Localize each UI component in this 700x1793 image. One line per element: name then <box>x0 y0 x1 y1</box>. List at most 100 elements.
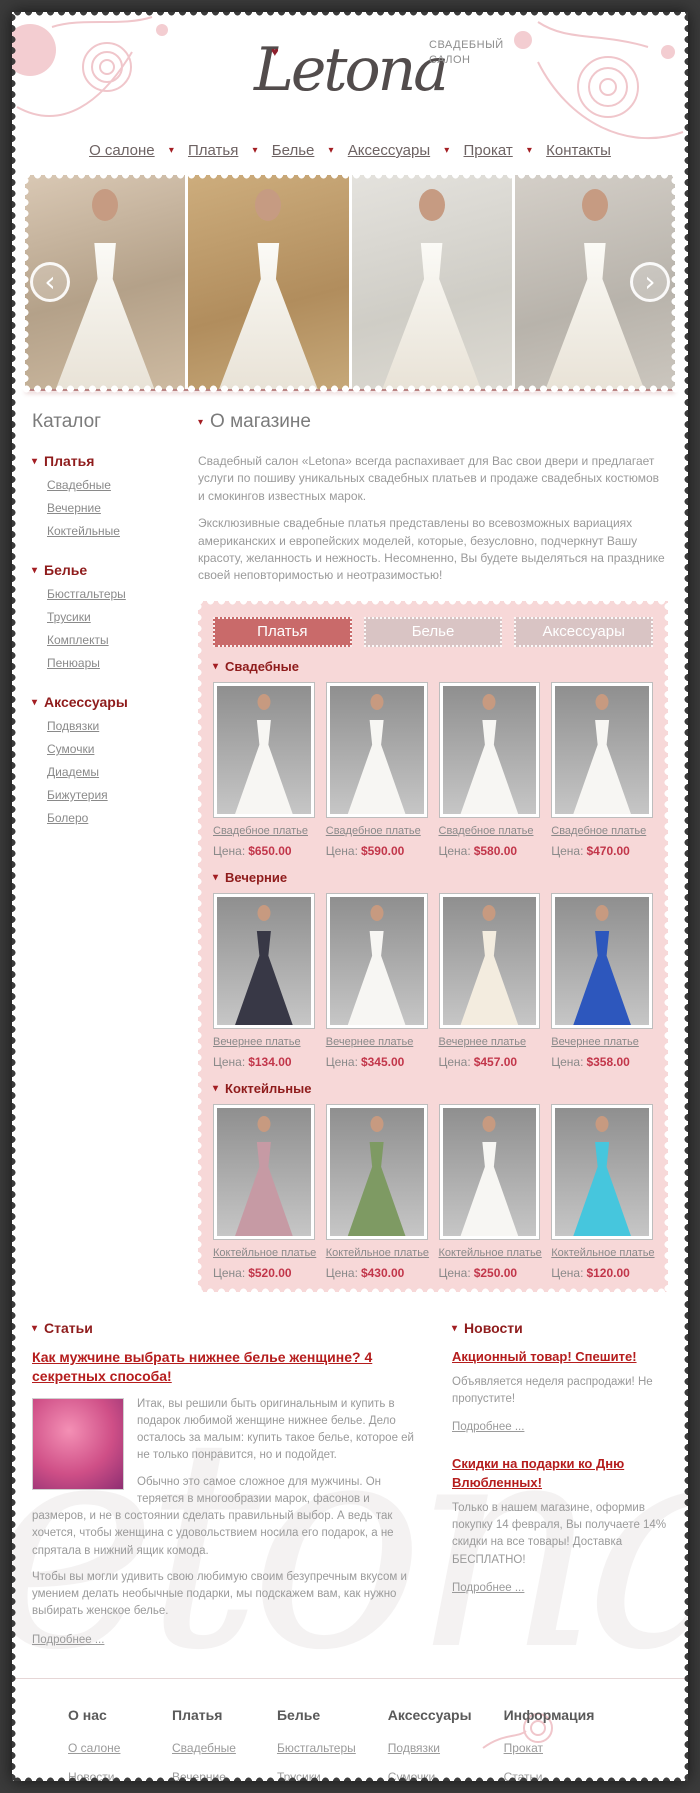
footer-column-title: Аксессуары <box>387 1706 472 1723</box>
dropdown-arrow-icon: ▾ <box>444 145 450 156</box>
dress-shape <box>347 930 407 1025</box>
tab-lingerie[interactable]: Белье <box>363 616 503 647</box>
product-image[interactable] <box>213 1103 315 1240</box>
product-image[interactable] <box>438 1103 541 1240</box>
tab-dresses[interactable]: Платья <box>213 616 352 647</box>
heart-icon: ♥ <box>271 44 279 59</box>
footer-column-about: О нас О салоне Новости Контакты <box>68 1707 140 1781</box>
product-link[interactable]: Коктейльное платье <box>326 1247 429 1259</box>
sidebar-link-evening[interactable]: Вечерние <box>47 501 184 515</box>
product-link[interactable]: Коктейльное платье <box>439 1247 542 1259</box>
product-link[interactable]: Свадебное платье <box>551 825 646 837</box>
section-arrow-icon: ▾ <box>213 871 219 883</box>
sidebar-section-title: Белье <box>44 562 88 578</box>
footer-column-dresses: Платья Свадебные Вечерние Коктейльные <box>172 1707 245 1781</box>
hero-slider: ‹ › <box>20 170 680 394</box>
sidebar-link-jewelry[interactable]: Бижутерия <box>47 788 184 802</box>
product-link[interactable]: Вечернее платье <box>551 1036 639 1048</box>
product-price: Цена: $134.00 <box>213 1054 292 1069</box>
product-image[interactable] <box>325 1103 428 1240</box>
product-card: Коктейльное платье Цена: $430.00 <box>325 1103 429 1280</box>
product-price: Цена: $520.00 <box>213 1265 292 1280</box>
product-link[interactable]: Свадебное платье <box>326 825 421 837</box>
sidebar-link-bras[interactable]: Бюстгальтеры <box>47 587 184 601</box>
article-body: Итак, вы решили быть оригинальным и купи… <box>32 1396 426 1569</box>
footer-link-rent[interactable]: Прокат <box>504 1741 614 1755</box>
footer-link-articles[interactable]: Статьи <box>504 1770 614 1781</box>
product-group-evening: ▾ Вечерние Вечернее платье Цена: $134.00 В… <box>213 870 653 1069</box>
nav-link-dresses[interactable]: Платья <box>188 142 238 159</box>
sidebar-link-garters[interactable]: Подвязки <box>47 719 184 733</box>
slider-photo[interactable] <box>188 175 349 389</box>
product-card: Свадебное платье Цена: $650.00 <box>213 681 315 858</box>
footer-link-bags[interactable]: Сумочки <box>388 1770 472 1781</box>
footer-link-panties[interactable]: Трусики <box>277 1770 356 1781</box>
product-card: Свадебное платье Цена: $590.00 <box>325 681 428 858</box>
product-image[interactable] <box>325 892 428 1029</box>
article-more-link[interactable]: Подробнее ... <box>32 1634 104 1646</box>
news-title-link[interactable]: Скидки на подарки ко Дню Влюбленных! <box>452 1455 668 1491</box>
product-image[interactable] <box>325 681 428 818</box>
nav-link-about[interactable]: О салоне <box>89 142 155 159</box>
product-image[interactable] <box>438 892 541 1029</box>
product-link[interactable]: Свадебное платье <box>439 825 534 837</box>
slider-photo[interactable] <box>351 175 512 389</box>
articles-block: ▾ Статьи Как мужчине выбрать нижнее белье… <box>32 1320 426 1648</box>
product-image[interactable] <box>213 681 315 818</box>
product-image[interactable] <box>551 1103 653 1240</box>
article-title-link[interactable]: Как мужчине выбрать нижнее белье женщине… <box>32 1349 372 1384</box>
news-title-link[interactable]: Акционный товар! Спешите! <box>452 1348 637 1366</box>
sidebar-link-tiaras[interactable]: Диадемы <box>47 765 184 779</box>
sidebar-link-panties[interactable]: Трусики <box>47 610 184 624</box>
product-link[interactable]: Коктейльное платье <box>551 1247 654 1259</box>
section-arrow-icon: ▾ <box>32 1322 38 1334</box>
prev-arrow-icon[interactable]: ‹ <box>30 262 70 302</box>
footer-link-bras[interactable]: Бюстгальтеры <box>277 1741 356 1755</box>
nav-link-contacts[interactable]: Контакты <box>546 142 611 159</box>
product-price: Цена: $470.00 <box>551 843 630 858</box>
product-link[interactable]: Свадебное платье <box>213 825 308 837</box>
sidebar-link-sets[interactable]: Комплекты <box>47 633 184 647</box>
footer-link-evening[interactable]: Вечерние <box>172 1770 245 1781</box>
nav-link-lingerie[interactable]: Белье <box>272 142 315 159</box>
footer-column-title: О нас <box>68 1706 107 1723</box>
product-link[interactable]: Вечернее платье <box>439 1036 527 1048</box>
next-arrow-icon[interactable]: › <box>630 262 670 302</box>
footer-link-salon[interactable]: О салоне <box>68 1741 140 1755</box>
catalog-panel: Платья Белье Аксессуары ▾ Свадебные Сваде… <box>193 595 673 1297</box>
product-grid: Коктейльное платье Цена: $520.00 Коктейль… <box>213 1103 655 1280</box>
sidebar-link-bolero[interactable]: Болеро <box>47 811 184 825</box>
product-link[interactable]: Вечернее платье <box>326 1036 414 1048</box>
nav-link-rent[interactable]: Прокат <box>464 142 513 159</box>
sidebar-title: Каталог <box>32 411 102 432</box>
sidebar-link-wedding[interactable]: Свадебные <box>47 478 184 492</box>
dress-shape <box>347 719 407 814</box>
product-image[interactable] <box>213 892 315 1029</box>
product-price: Цена: $650.00 <box>213 843 292 858</box>
product-price: Цена: $430.00 <box>325 1265 405 1280</box>
sidebar-link-bags[interactable]: Сумочки <box>47 742 184 756</box>
sidebar-link-peignoirs[interactable]: Пенюары <box>47 656 184 670</box>
articles-heading: Статьи <box>44 1319 93 1336</box>
footer-link-wedding[interactable]: Свадебные <box>172 1741 245 1755</box>
nav-link-accessories[interactable]: Аксессуары <box>348 142 430 159</box>
section-arrow-icon: ▾ <box>198 417 204 428</box>
sidebar-link-cocktail[interactable]: Коктейльные <box>47 524 184 538</box>
product-price: Цена: $580.00 <box>438 843 518 858</box>
product-link[interactable]: Коктейльное платье <box>213 1247 316 1259</box>
product-grid: Вечернее платье Цена: $134.00 Вечернее пл… <box>213 892 653 1069</box>
product-image[interactable] <box>551 681 653 818</box>
site-logo[interactable]: ♥ Letona СВАДЕБНЫЙ САЛОН <box>205 30 503 111</box>
tab-accessories[interactable]: Аксессуары <box>514 616 654 647</box>
dress-shape <box>234 1141 294 1236</box>
product-image[interactable] <box>551 892 653 1029</box>
product-link[interactable]: Вечернее платье <box>213 1036 301 1048</box>
footer-link-garters[interactable]: Подвязки <box>388 1741 472 1755</box>
section-arrow-icon: ▾ <box>452 1322 458 1334</box>
dropdown-arrow-icon: ▾ <box>328 145 334 156</box>
product-image[interactable] <box>438 681 541 818</box>
dress-shape <box>572 719 632 814</box>
news-more-link[interactable]: Подробнее ... <box>452 1421 524 1433</box>
news-more-link[interactable]: Подробнее ... <box>452 1582 524 1594</box>
footer-link-news[interactable]: Новости <box>68 1770 140 1781</box>
